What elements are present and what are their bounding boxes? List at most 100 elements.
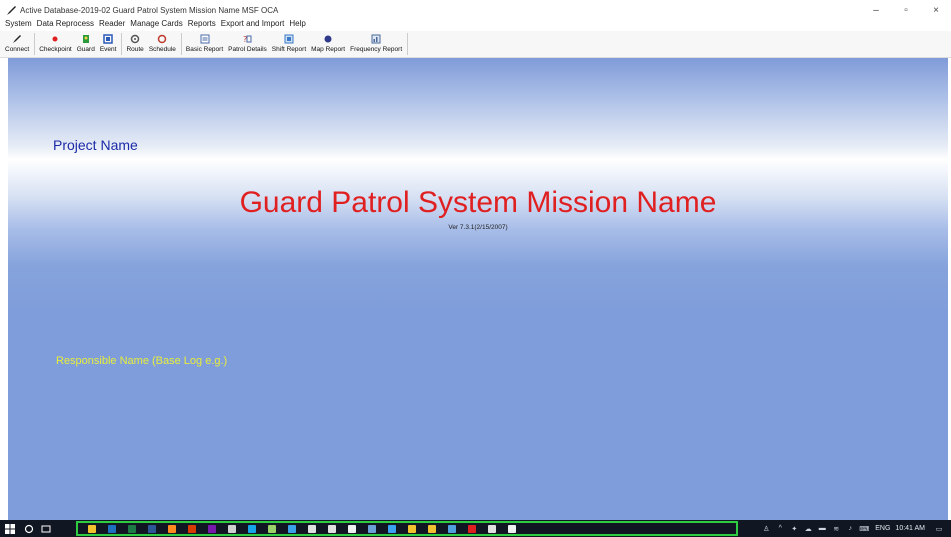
taskbar-app-button[interactable] (162, 523, 182, 534)
language-indicator[interactable]: ENG (875, 525, 890, 532)
patrol-details-icon: ? (242, 34, 252, 44)
calculator-icon (228, 524, 236, 533)
guard-icon (81, 34, 91, 44)
toolbar-connect-button[interactable]: Connect (3, 31, 31, 54)
taskbar-app-button[interactable] (282, 523, 302, 534)
menu-manage-cards[interactable]: Manage Cards (130, 19, 182, 28)
taskbar-app-button[interactable] (362, 523, 382, 534)
toolbar-route-button[interactable]: Route (124, 31, 145, 54)
taskbar-app-button[interactable] (222, 523, 242, 534)
task-view-icon (41, 525, 50, 532)
paint-icon (268, 524, 276, 533)
toolbar-schedule-button[interactable]: Schedule (147, 31, 178, 54)
menu-help[interactable]: Help (289, 19, 305, 28)
terminal-icon (308, 524, 316, 533)
menu-data-reprocess[interactable]: Data Reprocess (37, 19, 94, 28)
toolbar-frequency-report-button[interactable]: Frequency Report (348, 31, 404, 54)
taskbar-app-button[interactable] (442, 523, 462, 534)
chrome-icon (428, 524, 436, 533)
battery-icon[interactable]: ▬ (816, 523, 828, 535)
taskbar: ♙ ^ ✦ ☁ ▬ ≋ ♪ ⌨ ENG 10:41 AM ▭ (0, 520, 951, 537)
taskbar-app-button[interactable] (422, 523, 442, 534)
chevron-up-icon[interactable]: ^ (774, 523, 786, 535)
menu-reports[interactable]: Reports (188, 19, 216, 28)
start-button[interactable] (0, 520, 20, 537)
toolbar-frequency-report-label: Frequency Report (350, 46, 403, 53)
version-label: Ver 7.3.1(2/15/2007) (448, 224, 508, 231)
toolbar-basic-report-label: Basic Report (185, 46, 224, 53)
acrobat-icon (468, 524, 476, 533)
toolbar-guard-button[interactable]: Guard (75, 31, 97, 54)
sticky-notes-icon (408, 524, 416, 533)
toolbar-patrol-details-button[interactable]: ? Patrol Details (226, 31, 269, 54)
taskbar-app-button[interactable] (502, 523, 522, 534)
toolbar-connect-label: Connect (5, 46, 30, 53)
network-app-icon[interactable]: ✦ (788, 523, 800, 535)
settings-app-icon (448, 524, 456, 533)
toolbar-separator (121, 33, 123, 55)
outlook-icon (108, 524, 116, 533)
people-icon[interactable]: ♙ (760, 523, 772, 535)
photos-icon (488, 524, 496, 533)
taskbar-app-button[interactable] (142, 523, 162, 534)
taskbar-app-button[interactable] (102, 523, 122, 534)
clock[interactable]: 10:41 AM (895, 525, 925, 532)
toolbar-checkpoint-button[interactable]: Checkpoint (37, 31, 74, 54)
toolbar-map-report-label: Map Report (311, 46, 346, 53)
taskbar-app-button[interactable] (262, 523, 282, 534)
responsible-name: Responsible Name (Base Log e.g.) (56, 355, 228, 367)
pen-icon (12, 34, 22, 44)
shift-report-icon (284, 34, 294, 44)
toolbar-map-report-button[interactable]: Map Report (309, 31, 347, 54)
toolbar-shift-report-label: Shift Report (271, 46, 307, 53)
taskbar-app-button[interactable] (402, 523, 422, 534)
menu-export-import[interactable]: Export and Import (221, 19, 285, 28)
toolbar-guard-label: Guard (76, 46, 95, 53)
toolbar: Connect Checkpoint Guard Event Route Sch… (0, 31, 951, 58)
toolbar-event-button[interactable]: Event (98, 31, 119, 54)
onedrive-tray-icon[interactable]: ☁ (802, 523, 814, 535)
office-icon (188, 524, 196, 533)
task-view-button[interactable] (37, 520, 54, 537)
schedule-icon (157, 34, 167, 44)
window-title: Active Database-2019-02 Guard Patrol Sys… (20, 5, 279, 15)
taskbar-app-button[interactable] (382, 523, 402, 534)
toolbar-shift-report-button[interactable]: Shift Report (270, 31, 308, 54)
toolbar-patrol-details-label: Patrol Details (228, 46, 267, 53)
toolbar-checkpoint-label: Checkpoint (39, 46, 72, 53)
taskbar-app-button[interactable] (82, 523, 102, 534)
taskbar-app-button[interactable] (122, 523, 142, 534)
toolbar-separator (34, 33, 36, 55)
file-explorer-icon (88, 524, 96, 533)
onenote-icon (208, 524, 216, 533)
search-button[interactable] (20, 520, 37, 537)
main-splash-area: Project Name Guard Patrol System Mission… (8, 58, 948, 520)
edge-icon (388, 524, 396, 533)
volume-icon[interactable]: ♪ (844, 523, 856, 535)
toolbar-separator (407, 33, 409, 55)
taskbar-app-button[interactable] (482, 523, 502, 534)
menu-bar: System Data Reprocess Reader Manage Card… (0, 17, 951, 30)
toolbar-basic-report-button[interactable]: Basic Report (184, 31, 225, 54)
menu-system[interactable]: System (5, 19, 32, 28)
excel-icon (128, 524, 136, 533)
taskbar-app-button[interactable] (302, 523, 322, 534)
search-circle-icon (24, 524, 33, 533)
wifi-icon[interactable]: ≋ (830, 523, 842, 535)
taskbar-app-button[interactable] (182, 523, 202, 534)
taskbar-app-button[interactable] (462, 523, 482, 534)
onedrive-icon (288, 524, 296, 533)
input-method-icon[interactable]: ⌨ (858, 523, 870, 535)
skype-icon (248, 524, 256, 533)
taskbar-app-button[interactable] (322, 523, 342, 534)
map-report-icon (323, 34, 333, 44)
notification-icon[interactable]: ▭ (933, 523, 945, 535)
taskbar-app-button[interactable] (242, 523, 262, 534)
taskbar-app-button[interactable] (342, 523, 362, 534)
toolbar-route-label: Route (126, 46, 144, 53)
menu-reader[interactable]: Reader (99, 19, 125, 28)
cloud-icon (328, 524, 336, 533)
taskbar-app-button[interactable] (202, 523, 222, 534)
firefox-icon (168, 524, 176, 533)
system-tray: ♙ ^ ✦ ☁ ▬ ≋ ♪ ⌨ ENG 10:41 AM ▭ (758, 520, 951, 537)
